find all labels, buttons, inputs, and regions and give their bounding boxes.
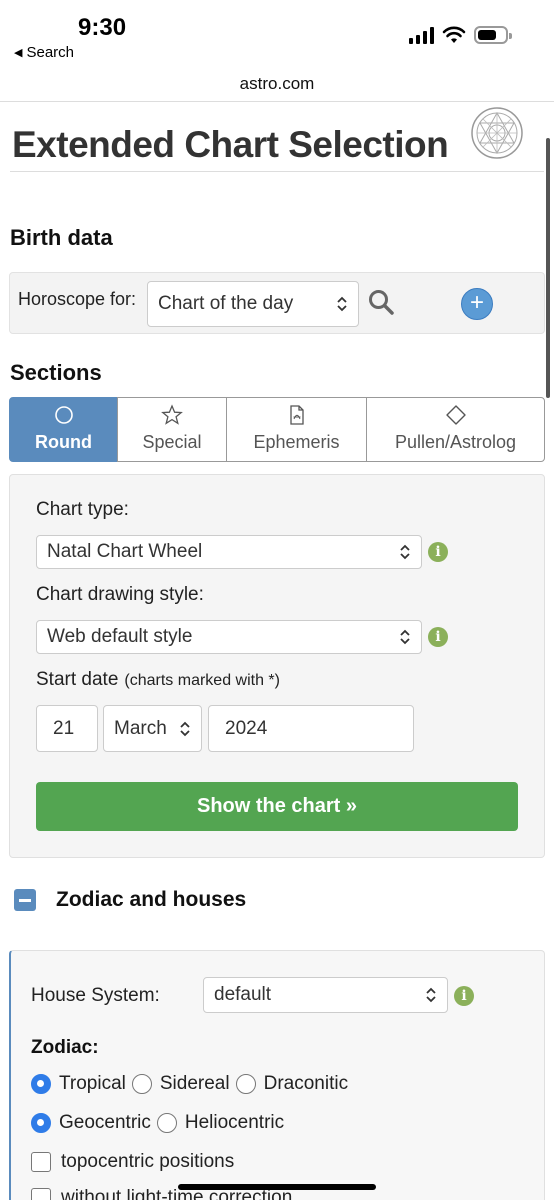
zodiac-option-draconitic[interactable]: Draconitic [235,1073,349,1095]
select-chevron-icon [400,629,410,645]
page-content: Extended Chart Selection Birth data Horo… [0,102,554,1200]
zodiac-radio-group: Tropical Sidereal Draconitic [31,1073,354,1095]
month-select[interactable]: March [103,705,202,752]
house-system-select[interactable]: default [203,977,448,1013]
start-date-text: Start date [36,669,119,690]
pdf-file-icon [289,405,304,425]
diamond-icon [445,405,466,425]
tab-special-label: Special [142,432,202,452]
tab-pullen-astrolog-label: Pullen/Astrolog [394,432,517,452]
chart-type-label: Chart type: [36,499,129,520]
zodiac-option-label: Draconitic [263,1073,349,1094]
back-label: Search [26,44,74,61]
zodiac-houses-heading: Zodiac and houses [56,888,247,911]
drawing-style-info-icon[interactable]: i [428,627,448,647]
show-chart-button[interactable]: Show the chart » [36,782,518,831]
birth-data-heading: Birth data [10,225,113,250]
zodiac-option-tropical[interactable]: Tropical [31,1073,126,1095]
zodiac-houses-panel: House System: default i Zodiac: Tropical… [9,950,545,1200]
zodiac-option-sidereal[interactable]: Sidereal [131,1073,230,1095]
radio-unselected[interactable] [131,1074,152,1094]
status-icons [409,26,512,44]
zodiac-houses-toggle[interactable]: Zodiac and houses [14,888,246,912]
topocentric-label: topocentric positions [61,1151,235,1172]
tab-ephemeris[interactable]: Ephemeris [226,397,367,462]
tab-special[interactable]: Special [117,397,227,462]
radio-unselected[interactable] [235,1074,256,1094]
topocentric-checkbox-row[interactable]: topocentric positions [31,1151,234,1173]
zodiac-label: Zodiac: [31,1037,99,1058]
back-to-search-link[interactable]: ◀ Search [14,44,74,61]
center-radio-group: Geocentric Heliocentric [31,1112,290,1134]
day-input[interactable]: 21 [36,705,98,752]
year-value: 2024 [225,717,268,739]
add-person-button[interactable]: + [461,288,493,320]
wifi-icon [442,26,466,43]
house-system-info-icon[interactable]: i [454,986,474,1006]
tab-ephemeris-label: Ephemeris [253,432,340,452]
star-icon [161,404,183,425]
search-icon[interactable] [368,289,394,315]
chart-settings-panel: Chart type: Natal Chart Wheel i Chart dr… [9,474,545,858]
page-title: Extended Chart Selection [12,124,449,165]
select-chevron-icon [400,544,410,560]
year-input[interactable]: 2024 [208,705,414,752]
tab-pullen-astrolog[interactable]: Pullen/Astrolog [366,397,545,462]
horoscope-select-value: Chart of the day [158,293,294,314]
status-bar: 9:30 ◀ Search [0,0,554,72]
page-scrollbar[interactable] [546,138,550,398]
drawing-style-label: Chart drawing style: [36,584,204,605]
drawing-style-select[interactable]: Web default style [36,620,422,654]
chart-type-select[interactable]: Natal Chart Wheel [36,535,422,569]
center-option-heliocentric[interactable]: Heliocentric [156,1112,285,1134]
url-bar[interactable]: astro.com [0,72,554,102]
chart-type-info-icon[interactable]: i [428,542,448,562]
horoscope-for-label: Horoscope for: [18,289,137,309]
chart-type-value: Natal Chart Wheel [47,541,203,562]
horoscope-select[interactable]: Chart of the day [147,281,359,327]
select-chevron-icon [337,296,347,312]
start-date-note: (charts marked with *) [124,672,280,689]
astro-logo-icon[interactable] [470,106,524,160]
sections-heading: Sections [10,360,102,385]
url-text: astro.com [239,74,315,93]
radio-selected[interactable] [31,1113,51,1133]
month-value: March [114,717,167,739]
zodiac-option-label: Sidereal [159,1073,230,1094]
title-divider [10,171,544,172]
circle-icon [54,406,73,424]
collapse-minus-icon[interactable] [14,889,36,911]
select-chevron-icon [180,721,190,736]
center-option-label: Heliocentric [184,1112,285,1133]
tab-round[interactable]: Round [9,397,118,462]
radio-unselected[interactable] [156,1113,177,1133]
drawing-style-value: Web default style [47,626,193,647]
plus-icon: + [469,289,484,316]
battery-icon [474,26,512,44]
day-value: 21 [53,717,75,739]
cellular-signal-icon [409,26,434,44]
tab-round-label: Round [35,432,92,452]
sections-tabs: Round Special Ephemeris Pullen/Astrolog [9,397,545,462]
center-option-label: Geocentric [59,1112,151,1133]
light-time-checkbox[interactable] [31,1188,51,1200]
home-indicator[interactable] [178,1184,376,1190]
status-time: 9:30 [78,14,127,41]
house-system-value: default [214,984,272,1005]
center-option-geocentric[interactable]: Geocentric [31,1112,151,1134]
topocentric-checkbox[interactable] [31,1152,51,1172]
radio-selected[interactable] [31,1074,51,1094]
select-chevron-icon [426,987,436,1003]
back-arrow-icon: ◀ [14,47,23,59]
start-date-label: Start date (charts marked with *) [36,669,280,691]
zodiac-option-label: Tropical [59,1073,126,1094]
birth-data-panel: Horoscope for: Chart of the day + [9,272,545,334]
house-system-label: House System: [31,985,160,1006]
